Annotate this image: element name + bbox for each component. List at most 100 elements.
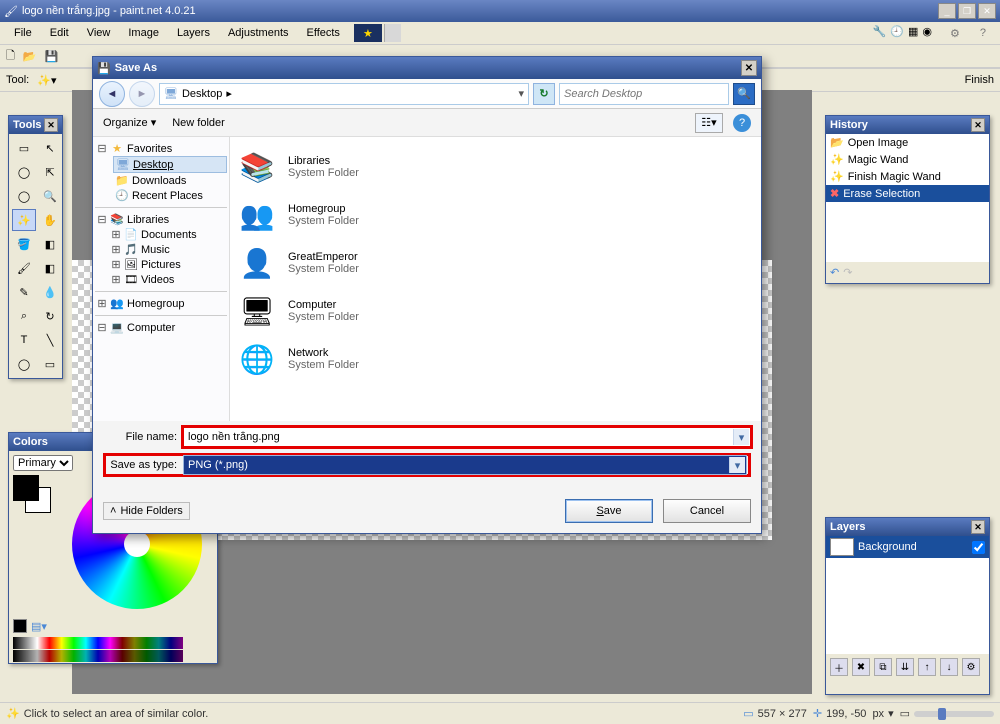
- layer-merge-button[interactable]: ⇊: [896, 658, 914, 676]
- tool-fill[interactable]: 🪣: [12, 233, 36, 255]
- layer-duplicate-button[interactable]: ⧉: [874, 658, 892, 676]
- save-button[interactable]: Save: [565, 499, 653, 523]
- settings-icon[interactable]: ⚙: [942, 25, 968, 42]
- layer-visible-checkbox[interactable]: [972, 541, 985, 554]
- status-unit[interactable]: px: [872, 708, 884, 720]
- address-bar[interactable]: 🖥 Desktop ▸ ▾: [159, 83, 529, 105]
- tree-downloads[interactable]: 📁Downloads: [113, 173, 227, 188]
- tool-ellipse-select[interactable]: ◯: [12, 185, 36, 207]
- new-folder-button[interactable]: New folder: [172, 117, 225, 129]
- tree-favorites[interactable]: ⊟★Favorites: [95, 141, 227, 156]
- file-name-dropdown-icon[interactable]: ▾: [733, 429, 749, 445]
- file-name-input[interactable]: [188, 431, 746, 443]
- maximize-button[interactable]: ❐: [958, 3, 976, 19]
- add-tab-button[interactable]: [384, 24, 401, 42]
- open-file-icon[interactable]: 📂: [23, 50, 37, 63]
- search-button[interactable]: 🔍: [733, 83, 755, 105]
- tree-computer[interactable]: ⊟💻Computer: [95, 320, 227, 335]
- tool-move-selection[interactable]: ⇱: [38, 161, 62, 183]
- folder-item[interactable]: 🌐NetworkSystem Folder: [236, 335, 755, 383]
- tree-documents[interactable]: ⊞📄Documents: [109, 227, 227, 242]
- view-mode-button[interactable]: ☷▾: [695, 113, 723, 133]
- mini-swatch-black[interactable]: [13, 619, 27, 633]
- panel-colors-toggle[interactable]: ◉: [922, 25, 932, 42]
- layer-row[interactable]: Background: [826, 536, 989, 558]
- layer-down-button[interactable]: ↓: [940, 658, 958, 676]
- menu-adjustments[interactable]: Adjustments: [220, 25, 297, 41]
- unit-dropdown-icon[interactable]: ▾: [888, 707, 894, 720]
- wand-icon[interactable]: ✨▾: [37, 74, 56, 87]
- menu-edit[interactable]: Edit: [42, 25, 77, 41]
- nav-back-button[interactable]: ◄: [99, 81, 125, 107]
- search-input[interactable]: [560, 88, 728, 100]
- tool-line[interactable]: ╲: [38, 329, 62, 351]
- palette-strip-2[interactable]: [13, 650, 183, 662]
- tree-pictures[interactable]: ⊞🖼Pictures: [109, 257, 227, 272]
- tool-move-selected[interactable]: ↖: [38, 137, 62, 159]
- minimize-button[interactable]: _: [938, 3, 956, 19]
- save-type-dropdown-icon[interactable]: ▾: [729, 457, 745, 473]
- panel-history-toggle[interactable]: 🕘: [890, 25, 904, 42]
- palette-strip[interactable]: [13, 637, 183, 649]
- address-dropdown-icon[interactable]: ▾: [518, 87, 524, 100]
- dialog-help-button[interactable]: ?: [733, 114, 751, 132]
- folder-item[interactable]: 👥HomegroupSystem Folder: [236, 191, 755, 239]
- folder-view[interactable]: 📚LibrariesSystem Folder 👥HomegroupSystem…: [230, 137, 761, 421]
- palette-dropdown-icon[interactable]: ▤▾: [31, 620, 47, 633]
- tool-recolor[interactable]: ↻: [38, 305, 62, 327]
- new-file-icon[interactable]: 🗋: [6, 47, 15, 66]
- image-tab[interactable]: ★: [354, 24, 382, 42]
- tool-clone[interactable]: ⌕: [12, 305, 36, 327]
- folder-item[interactable]: 🖥ComputerSystem Folder: [236, 287, 755, 335]
- history-item[interactable]: ✨Finish Magic Wand: [826, 168, 989, 185]
- menu-layers[interactable]: Layers: [169, 25, 218, 41]
- hide-folders-button[interactable]: ˄Hide Folders: [103, 502, 190, 520]
- tree-music[interactable]: ⊞🎵Music: [109, 242, 227, 257]
- tool-text[interactable]: T: [12, 329, 36, 351]
- layers-panel-close[interactable]: ✕: [971, 520, 985, 534]
- tool-gradient[interactable]: ◧: [38, 233, 62, 255]
- menu-image[interactable]: Image: [120, 25, 167, 41]
- panel-tools-toggle[interactable]: 🔧: [873, 25, 887, 42]
- folder-item[interactable]: 📚LibrariesSystem Folder: [236, 143, 755, 191]
- tool-eraser[interactable]: ◧: [38, 257, 62, 279]
- help-icon[interactable]: ?: [972, 25, 994, 42]
- history-item[interactable]: 📂Open Image: [826, 134, 989, 151]
- save-file-icon[interactable]: 💾: [45, 50, 59, 63]
- tool-magic-wand[interactable]: ✨: [12, 209, 36, 231]
- nav-forward-button[interactable]: ►: [129, 81, 155, 107]
- tree-libraries[interactable]: ⊟📚Libraries: [95, 212, 227, 227]
- tool-zoom[interactable]: 🔍: [38, 185, 62, 207]
- menu-file[interactable]: File: [6, 25, 40, 41]
- color-mode-select[interactable]: Primary: [13, 455, 73, 471]
- layer-properties-button[interactable]: ⚙: [962, 658, 980, 676]
- redo-icon[interactable]: ↷: [843, 266, 852, 279]
- dialog-close-button[interactable]: ✕: [741, 60, 757, 76]
- panel-layers-toggle[interactable]: ▦: [908, 25, 918, 42]
- color-swatch-main[interactable]: [13, 475, 53, 515]
- tools-panel-close[interactable]: ✕: [44, 118, 58, 132]
- cancel-button[interactable]: Cancel: [663, 499, 751, 523]
- file-name-combo[interactable]: ▾: [183, 427, 751, 447]
- tree-homegroup[interactable]: ⊞👥Homegroup: [95, 296, 227, 311]
- zoom-slider[interactable]: [914, 711, 994, 717]
- tool-rect[interactable]: ▭: [38, 353, 62, 375]
- zoom-fit-icon[interactable]: ▭: [900, 707, 910, 720]
- history-panel-close[interactable]: ✕: [971, 118, 985, 132]
- tree-videos[interactable]: ⊞🎞Videos: [109, 272, 227, 287]
- folder-item[interactable]: 👤GreatEmperorSystem Folder: [236, 239, 755, 287]
- layer-add-button[interactable]: ＋: [830, 658, 848, 676]
- tool-lasso[interactable]: ◯: [12, 161, 36, 183]
- menu-effects[interactable]: Effects: [299, 25, 348, 41]
- tool-pencil[interactable]: ✎: [12, 281, 36, 303]
- undo-icon[interactable]: ↶: [830, 266, 839, 279]
- tool-colorpicker[interactable]: 💧: [38, 281, 62, 303]
- history-item-selected[interactable]: ✖Erase Selection: [826, 185, 989, 202]
- close-button[interactable]: ✕: [978, 3, 996, 19]
- menu-view[interactable]: View: [79, 25, 119, 41]
- tree-desktop[interactable]: 🖥Desktop: [113, 156, 227, 173]
- tree-recent[interactable]: 🕘Recent Places: [113, 188, 227, 203]
- tool-rect-select[interactable]: ▭: [12, 137, 36, 159]
- organize-menu[interactable]: Organize ▾: [103, 116, 156, 129]
- finish-button[interactable]: Finish: [965, 74, 994, 86]
